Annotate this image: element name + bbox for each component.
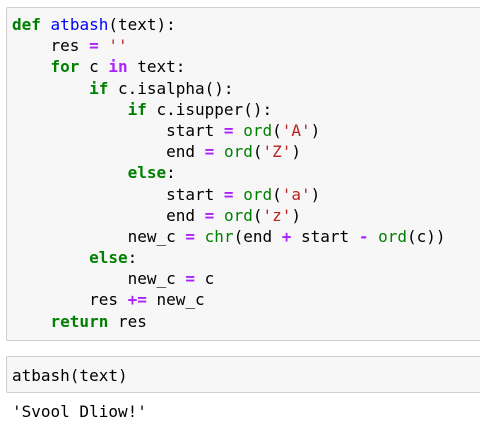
builtin-token: ord [223, 142, 253, 162]
code-text-token: new_c [127, 269, 186, 289]
operator-token: = [204, 142, 215, 162]
builtin-token: ord [243, 184, 273, 204]
code-text-token: new_c [127, 226, 186, 246]
operator-token: = [89, 36, 99, 56]
builtin-token: ord [223, 205, 253, 225]
code-text-token: ( [272, 120, 282, 140]
code-text-token: start [291, 226, 359, 246]
code-line: start = ord('a') [12, 184, 446, 205]
code-text-token: c [195, 269, 215, 289]
code-line: if c.isupper(): [12, 99, 446, 120]
string-token: 'z' [262, 205, 292, 225]
string-token: 'a' [281, 184, 311, 204]
operator-token: = [223, 184, 234, 204]
code-line: res = '' [12, 35, 446, 56]
code-text-token: c.isupper(): [146, 99, 273, 119]
code-text-token: (c)) [407, 226, 446, 246]
code-line: end = ord('Z') [12, 141, 446, 162]
keyword-token: def [12, 15, 41, 34]
code-line: for c in text: [12, 56, 446, 77]
code-editor[interactable]: def atbash(text): res = '' for c in text… [12, 14, 446, 332]
code-text-token: c [79, 57, 109, 77]
operator-token: + [281, 226, 292, 246]
operator-token: = [185, 226, 196, 246]
keyword-token: if [127, 99, 147, 119]
code-text-token: res [108, 311, 147, 331]
code-line: end = ord('z') [12, 205, 446, 226]
operator-token: = [185, 269, 196, 289]
keyword-token: for [50, 57, 80, 77]
code-line: new_c = c [12, 268, 446, 289]
code-text-token: start [166, 184, 224, 204]
operator-token: = [223, 120, 234, 140]
string-token: 'A' [281, 120, 311, 140]
code-line: res += new_c [12, 289, 446, 310]
keyword-token: if [89, 78, 109, 98]
code-cell-atbash-call[interactable]: atbash(text) [6, 356, 480, 393]
code-text-token: : [127, 248, 138, 268]
code-text-token: : [166, 163, 176, 183]
code-text-token: c.isalpha(): [108, 78, 234, 98]
code-text-token: end [166, 205, 205, 225]
code-text-token: start [166, 120, 224, 140]
code-line: else: [12, 162, 446, 183]
code-cell-atbash-definition[interactable]: def atbash(text): res = '' for c in text… [6, 7, 480, 341]
code-text-token: end [166, 142, 205, 162]
code-text-token: ) [310, 184, 321, 204]
builtin-token: ord [378, 226, 408, 246]
builtin-token: chr [204, 226, 234, 246]
function-name-token: atbash [50, 15, 109, 34]
string-token: 'Z' [262, 142, 292, 162]
code-text-token: ( [272, 184, 282, 204]
keyword-token: else [89, 248, 128, 268]
code-line: if c.isalpha(): [12, 78, 446, 99]
code-text-token: res [89, 290, 128, 310]
code-line: start = ord('A') [12, 120, 446, 141]
operator-token: += [127, 290, 147, 310]
string-token: '' [108, 36, 128, 56]
code-text-token: res [50, 36, 90, 56]
code-line: else: [12, 247, 446, 268]
code-text-token: ) [291, 205, 302, 225]
code-text-token: new_c [146, 290, 205, 310]
keyword-token: else [127, 163, 167, 183]
code-text-token: text: [127, 57, 186, 77]
code-text-token: (text): [108, 15, 176, 34]
cell-output: 'Svool Dliow!' [12, 402, 147, 421]
operator-token: = [204, 205, 215, 225]
keyword-token: return [50, 311, 109, 331]
code-line: def atbash(text): [12, 14, 446, 35]
builtin-token: ord [243, 120, 273, 140]
code-line: return res [12, 311, 446, 332]
operator-token: in [108, 57, 128, 77]
code-text-token: ) [310, 120, 321, 140]
code-text-token: (end [233, 226, 282, 246]
call-code-line[interactable]: atbash(text) [12, 365, 128, 386]
code-text-token: ) [291, 142, 302, 162]
code-line: new_c = chr(end + start - ord(c)) [12, 226, 446, 247]
